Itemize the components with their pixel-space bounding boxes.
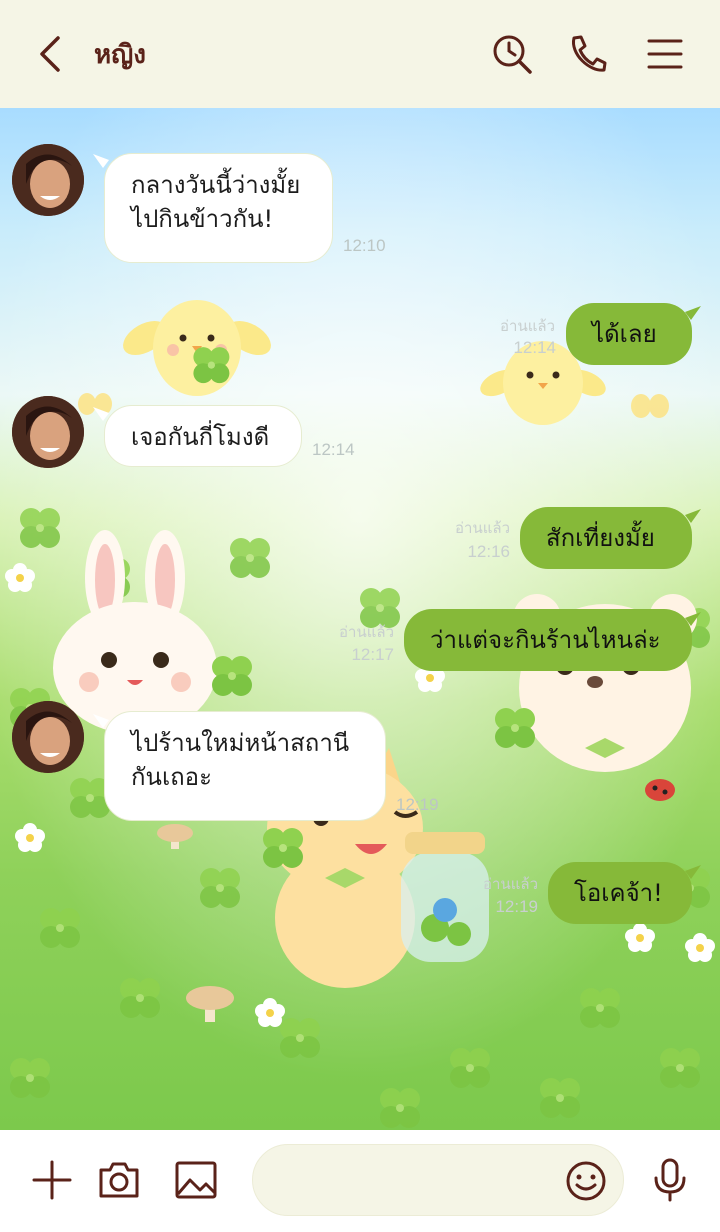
camera-icon[interactable] <box>95 1156 143 1204</box>
search-icon[interactable] <box>490 32 534 76</box>
message-text: เจอกันกี่โมงดี <box>131 423 270 451</box>
contact-name: หญิง <box>94 40 146 70</box>
message-input[interactable] <box>277 1161 561 1201</box>
message-time: 12:16 <box>467 542 510 561</box>
message-text-line: กลางวันนี้ว่างมั้ย <box>131 171 301 199</box>
message-time: 12:19 <box>495 897 538 916</box>
message-text-line: ไปกินข้าวกัน! <box>131 205 274 233</box>
image-icon[interactable] <box>172 1156 220 1204</box>
message-bubble-outgoing[interactable]: สักเที่ยงมั้ย <box>520 507 692 569</box>
message-bubble-outgoing[interactable]: ว่าแต่จะกินร้านไหนล่ะ <box>404 609 692 671</box>
contact-avatar[interactable] <box>12 396 84 468</box>
message-bubble-incoming[interactable]: กลางวันนี้ว่างมั้ย ไปกินข้าวกัน! <box>104 153 333 263</box>
message-input-field[interactable] <box>252 1144 624 1216</box>
message-text: ว่าแต่จะกินร้านไหนล่ะ <box>430 626 661 654</box>
message-bubble-incoming[interactable]: ไปร้านใหม่หน้าสถานี กันเถอะ <box>104 711 386 821</box>
emoji-icon[interactable] <box>564 1159 608 1203</box>
bubble-tail <box>93 154 109 168</box>
message-bubble-outgoing[interactable]: โอเคจ้า! <box>548 862 692 924</box>
chat-header: หญิง <box>0 0 720 108</box>
message-time: 12:14 <box>312 440 355 459</box>
microphone-icon[interactable] <box>646 1156 694 1204</box>
message-text-line: ไปร้านใหม่หน้าสถานี <box>131 729 350 757</box>
message-text: ได้เลย <box>592 320 657 348</box>
phone-icon[interactable] <box>565 32 609 76</box>
read-receipt: อ่านแล้ว <box>483 875 538 893</box>
plus-icon[interactable] <box>28 1156 76 1204</box>
chat-area[interactable]: กลางวันนี้ว่างมั้ย ไปกินข้าวกัน! 12:10 อ… <box>0 108 720 1130</box>
message-input-bar <box>0 1130 720 1232</box>
message-text-line: กันเถอะ <box>131 763 212 791</box>
menu-icon[interactable] <box>643 32 687 76</box>
contact-avatar[interactable] <box>12 701 84 773</box>
back-arrow-icon[interactable] <box>30 32 74 76</box>
read-receipt: อ่านแล้ว <box>500 317 555 335</box>
message-time: 12:10 <box>343 236 386 255</box>
avatar-portrait-icon <box>12 701 84 773</box>
message-time: 12:14 <box>513 338 556 357</box>
message-bubble-incoming[interactable]: เจอกันกี่โมงดี <box>104 405 302 467</box>
message-text: โอเคจ้า! <box>574 879 663 907</box>
message-time: 12:19 <box>396 795 439 814</box>
message-time: 12:17 <box>351 645 394 664</box>
message-text: สักเที่ยงมั้ย <box>546 524 655 552</box>
read-receipt: อ่านแล้ว <box>339 623 394 641</box>
read-receipt: อ่านแล้ว <box>455 519 510 537</box>
contact-avatar[interactable] <box>12 144 84 216</box>
avatar-portrait-icon <box>12 396 84 468</box>
avatar-portrait-icon <box>12 144 84 216</box>
message-bubble-outgoing[interactable]: ได้เลย <box>566 303 692 365</box>
